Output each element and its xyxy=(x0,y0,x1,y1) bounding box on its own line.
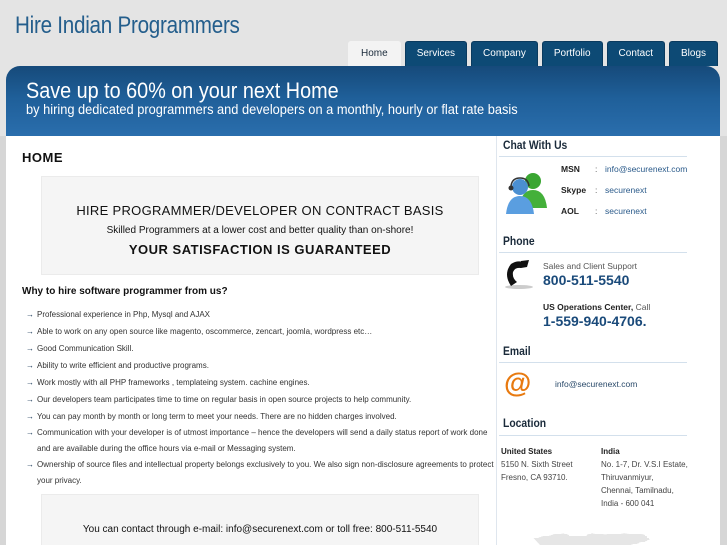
arrow-right-icon: → xyxy=(26,428,34,437)
arrow-right-icon: → xyxy=(26,412,34,421)
india-address: India No. 1-7, Dr. V.S.I Estate, Thiruva… xyxy=(601,447,688,508)
aol-link[interactable]: securenext xyxy=(605,206,647,216)
arrow-right-icon: → xyxy=(26,395,34,404)
nav-tab-blogs[interactable]: Blogs xyxy=(669,41,719,66)
banner-subline: by hiring dedicated programmers and deve… xyxy=(26,102,518,117)
benefit-item: → You can pay month by month or long term… xyxy=(26,408,496,425)
divider xyxy=(499,156,687,157)
main-nav: Home Services Company Portfolio Contact … xyxy=(348,41,719,66)
chat-aol-row: AOL: securenext xyxy=(561,206,647,216)
promo-box: HIRE PROGRAMMER/DEVELOPER ON CONTRACT BA… xyxy=(41,176,479,275)
divider xyxy=(499,362,687,363)
promo-heading: HIRE PROGRAMMER/DEVELOPER ON CONTRACT BA… xyxy=(76,203,444,218)
sidebar: Chat With Us MSN: info@securenext.com Sky… xyxy=(496,136,720,545)
arrow-right-icon: → xyxy=(26,327,34,336)
contact-box: You can contact through e-mail: info@sec… xyxy=(41,494,479,545)
benefit-item: → Ownership of source files and intellect… xyxy=(26,457,496,489)
page-right-gutter xyxy=(720,136,727,545)
promo-guarantee: YOUR SATISFACTION IS GUARANTEED xyxy=(128,242,392,257)
nav-tab-company[interactable]: Company xyxy=(471,41,538,66)
location-heading: Location xyxy=(503,418,547,430)
nav-tab-home[interactable]: Home xyxy=(348,41,401,66)
page-title: HOME xyxy=(22,150,63,165)
arrow-right-icon: → xyxy=(26,344,34,353)
chat-msn-row: MSN: info@securenext.com xyxy=(561,164,688,174)
ops-label: US Operations Center, Call xyxy=(543,302,651,312)
arrow-right-icon: → xyxy=(26,378,34,387)
divider xyxy=(499,435,687,436)
us-address: United States 5150 N. Sixth Street Fresn… xyxy=(501,447,573,482)
benefit-item: → Work mostly with all PHP frameworks , t… xyxy=(26,374,496,391)
site-logo-title[interactable]: Hire Indian Programmers xyxy=(15,12,240,40)
at-sign-email-icon: @ xyxy=(504,367,532,398)
email-link[interactable]: info@securenext.com xyxy=(555,379,637,389)
chat-heading: Chat With Us xyxy=(503,140,568,152)
hero-banner: Save up to 60% on your next Home by hiri… xyxy=(6,66,720,136)
ops-phone-number[interactable]: 1-559-940-4706. xyxy=(543,313,647,329)
contact-line: You can contact through e-mail: info@sec… xyxy=(82,524,438,535)
benefit-item: → Professional experience in Php, Mysql a… xyxy=(26,306,496,323)
sales-phone-number[interactable]: 800-511-5540 xyxy=(543,272,629,288)
phone-handset-icon xyxy=(505,260,533,289)
divider xyxy=(499,252,687,253)
nav-tab-contact[interactable]: Contact xyxy=(606,41,666,66)
why-hire-heading: Why to hire software programmer from us? xyxy=(22,286,228,297)
sales-label: Sales and Client Support xyxy=(543,261,638,271)
benefits-list: → Professional experience in Php, Mysql a… xyxy=(26,306,496,489)
arrow-right-icon: → xyxy=(26,460,34,469)
chat-users-icon xyxy=(506,173,547,214)
email-heading: Email xyxy=(503,346,531,358)
skype-link[interactable]: securenext xyxy=(605,185,647,195)
msn-link[interactable]: info@securenext.com xyxy=(605,164,687,174)
nav-tab-services[interactable]: Services xyxy=(404,41,468,66)
benefit-item: → Our developers team participates time t… xyxy=(26,391,496,408)
phone-heading: Phone xyxy=(503,236,535,248)
benefit-item: → Able to work on any open source like ma… xyxy=(26,323,496,340)
benefit-item: → Communication with your developer is of… xyxy=(26,425,496,457)
main-content: HOME HIRE PROGRAMMER/DEVELOPER ON CONTRA… xyxy=(6,136,496,545)
promo-tagline: Skilled Programmers at a lower cost and … xyxy=(106,225,414,236)
nav-tab-portfolio[interactable]: Portfolio xyxy=(541,41,603,66)
banner-headline: Save up to 60% on your next Home xyxy=(26,78,339,103)
arrow-right-icon: → xyxy=(26,361,34,370)
benefit-item: → Ability to write efficient and producti… xyxy=(26,357,496,374)
chat-skype-row: Skype: securenext xyxy=(561,185,647,195)
world-map-image xyxy=(533,533,651,545)
benefit-item: → Good Communication Skill. xyxy=(26,340,496,357)
arrow-right-icon: → xyxy=(26,310,34,319)
